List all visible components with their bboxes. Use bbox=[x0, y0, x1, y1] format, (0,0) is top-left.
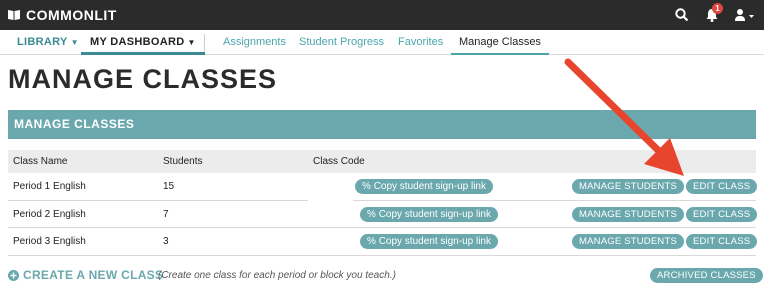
copy-signup-link-label: Copy student sign-up link bbox=[378, 236, 491, 247]
column-header-class-name: Class Name bbox=[13, 156, 68, 167]
class-name: Period 1 English bbox=[13, 181, 86, 192]
nav-divider bbox=[204, 34, 205, 52]
table-row: Period 3 English 3 % Copy student sign-u… bbox=[8, 228, 758, 255]
search-icon[interactable] bbox=[674, 7, 690, 23]
copy-signup-link-label: Copy student sign-up link bbox=[378, 209, 491, 220]
copy-signup-link-button[interactable]: % Copy student sign-up link bbox=[355, 179, 493, 194]
plus-circle-icon bbox=[8, 269, 19, 281]
commonlit-logo[interactable]: COMMONLIT bbox=[7, 7, 117, 23]
tab-student-progress[interactable]: Student Progress bbox=[299, 30, 384, 55]
copy-signup-link-button[interactable]: % Copy student sign-up link bbox=[360, 207, 498, 222]
column-header-students: Students bbox=[163, 156, 203, 167]
chevron-down-icon: ▼ bbox=[70, 38, 79, 47]
row-divider bbox=[8, 255, 756, 256]
class-name: Period 3 English bbox=[13, 236, 86, 247]
chevron-down-icon: ▼ bbox=[187, 38, 196, 47]
student-count: 15 bbox=[163, 181, 175, 192]
copy-signup-link-label: Copy student sign-up link bbox=[373, 181, 486, 192]
table-row: Period 2 English 7 % Copy student sign-u… bbox=[8, 201, 758, 228]
logo-text-bold: COMMON bbox=[26, 7, 95, 23]
edit-class-button[interactable]: EDIT CLASS bbox=[686, 179, 758, 194]
tab-assignments[interactable]: Assignments bbox=[223, 30, 286, 55]
class-name: Period 2 English bbox=[13, 209, 86, 220]
library-menu[interactable]: LIBRARY ▼ bbox=[17, 30, 79, 55]
logo-text-rest: LIT bbox=[94, 7, 117, 23]
notifications-button[interactable]: 1 bbox=[704, 3, 723, 23]
my-dashboard-menu[interactable]: MY DASHBOARD ▼ bbox=[81, 30, 205, 55]
archived-classes-button[interactable]: ARCHIVED CLASSES bbox=[650, 268, 763, 283]
page-title: MANAGE CLASSES bbox=[8, 64, 278, 94]
link-icon: % bbox=[367, 209, 376, 220]
column-header-class-code: Class Code bbox=[313, 156, 365, 167]
copy-signup-link-button[interactable]: % Copy student sign-up link bbox=[360, 234, 498, 249]
library-label: LIBRARY bbox=[17, 36, 68, 48]
link-icon: % bbox=[362, 181, 371, 192]
edit-class-button[interactable]: EDIT CLASS bbox=[686, 234, 758, 249]
my-dashboard-label: MY DASHBOARD bbox=[90, 36, 185, 48]
student-count: 3 bbox=[163, 236, 169, 247]
sub-navigation: LIBRARY ▼ MY DASHBOARD ▼ Assignments Stude… bbox=[0, 30, 764, 55]
create-new-class-label: CREATE A NEW CLASS bbox=[23, 268, 164, 282]
tab-favorites[interactable]: Favorites bbox=[398, 30, 443, 55]
link-icon: % bbox=[367, 236, 376, 247]
manage-students-button[interactable]: MANAGE STUDENTS bbox=[572, 207, 685, 222]
create-class-hint: (Create one class for each period or blo… bbox=[158, 270, 396, 281]
top-bar: COMMONLIT 1 bbox=[0, 0, 764, 30]
manage-students-button[interactable]: MANAGE STUDENTS bbox=[572, 234, 685, 249]
create-new-class-link[interactable]: CREATE A NEW CLASS bbox=[8, 268, 163, 282]
arrow-annotation bbox=[564, 58, 684, 176]
book-icon bbox=[8, 10, 20, 20]
tab-manage-classes[interactable]: Manage Classes bbox=[451, 30, 549, 55]
edit-class-button[interactable]: EDIT CLASS bbox=[686, 207, 758, 222]
notification-badge: 1 bbox=[712, 3, 723, 14]
user-icon bbox=[735, 9, 754, 21]
panel-title: MANAGE CLASSES bbox=[14, 117, 135, 131]
student-count: 7 bbox=[163, 209, 169, 220]
user-menu-button[interactable] bbox=[734, 7, 756, 23]
